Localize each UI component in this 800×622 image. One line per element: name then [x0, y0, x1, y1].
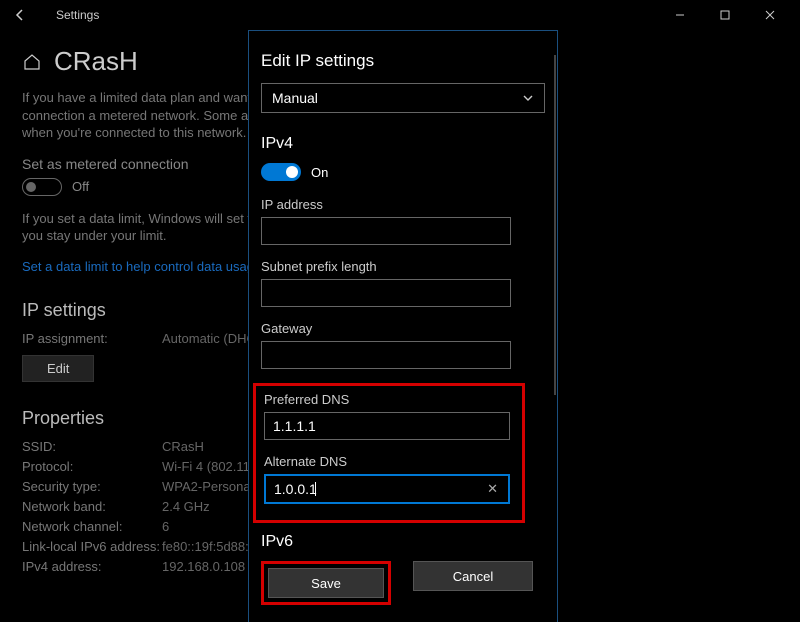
preferred-dns-input[interactable]: [264, 412, 510, 440]
property-key: Network band:: [22, 499, 162, 514]
property-key: SSID:: [22, 439, 162, 454]
preferred-dns-label: Preferred DNS: [264, 392, 514, 407]
clear-icon[interactable]: ✕: [483, 481, 502, 497]
property-key: IPv4 address:: [22, 559, 162, 574]
back-button[interactable]: [8, 3, 32, 27]
titlebar: Settings: [0, 0, 800, 30]
cancel-button[interactable]: Cancel: [413, 561, 533, 591]
ip-mode-select[interactable]: Manual: [261, 83, 545, 113]
edit-ip-dialog: Edit IP settings Manual IPv4 On IP addre…: [248, 30, 558, 622]
ipv4-heading: IPv4: [261, 135, 545, 153]
maximize-button[interactable]: [702, 1, 747, 29]
save-button[interactable]: Save: [268, 568, 384, 598]
ip-address-input[interactable]: [261, 217, 511, 245]
alternate-dns-value: 1.0.0.1: [274, 481, 317, 497]
subnet-input[interactable]: [261, 279, 511, 307]
property-value: 192.168.0.108: [162, 559, 245, 574]
property-value: 2.4 GHz: [162, 499, 210, 514]
subnet-label: Subnet prefix length: [261, 259, 545, 274]
property-value: CRasH: [162, 439, 204, 454]
property-key: Protocol:: [22, 459, 162, 474]
page-title: CRasH: [54, 46, 138, 77]
minimize-button[interactable]: [657, 1, 702, 29]
alternate-dns-field[interactable]: 1.0.0.1 ✕: [264, 474, 510, 504]
ipv6-heading: IPv6: [261, 533, 545, 551]
ipv4-state: On: [311, 165, 328, 180]
save-highlight-box: Save: [261, 561, 391, 605]
gateway-label: Gateway: [261, 321, 545, 336]
property-value: 6: [162, 519, 169, 534]
close-button[interactable]: [747, 1, 792, 29]
property-key: Link-local IPv6 address:: [22, 539, 162, 554]
window-title: Settings: [56, 8, 99, 22]
dns-highlight-box: Preferred DNS Alternate DNS 1.0.0.1 ✕: [253, 383, 525, 523]
ipv4-toggle[interactable]: [261, 163, 301, 181]
alternate-dns-label: Alternate DNS: [264, 454, 514, 469]
home-icon[interactable]: [22, 52, 42, 72]
gateway-input[interactable]: [261, 341, 511, 369]
property-key: Security type:: [22, 479, 162, 494]
metered-state: Off: [72, 179, 89, 194]
property-value: Wi-Fi 4 (802.11n): [162, 459, 261, 474]
ip-assignment-label: IP assignment:: [22, 331, 162, 346]
edit-button[interactable]: Edit: [22, 355, 94, 382]
property-value: WPA2-Personal: [162, 479, 254, 494]
metered-toggle[interactable]: [22, 178, 62, 196]
dialog-title: Edit IP settings: [261, 51, 545, 71]
dialog-scrollbar[interactable]: [554, 55, 556, 395]
ip-address-label: IP address: [261, 197, 545, 212]
ip-mode-value: Manual: [272, 90, 318, 106]
property-key: Network channel:: [22, 519, 162, 534]
